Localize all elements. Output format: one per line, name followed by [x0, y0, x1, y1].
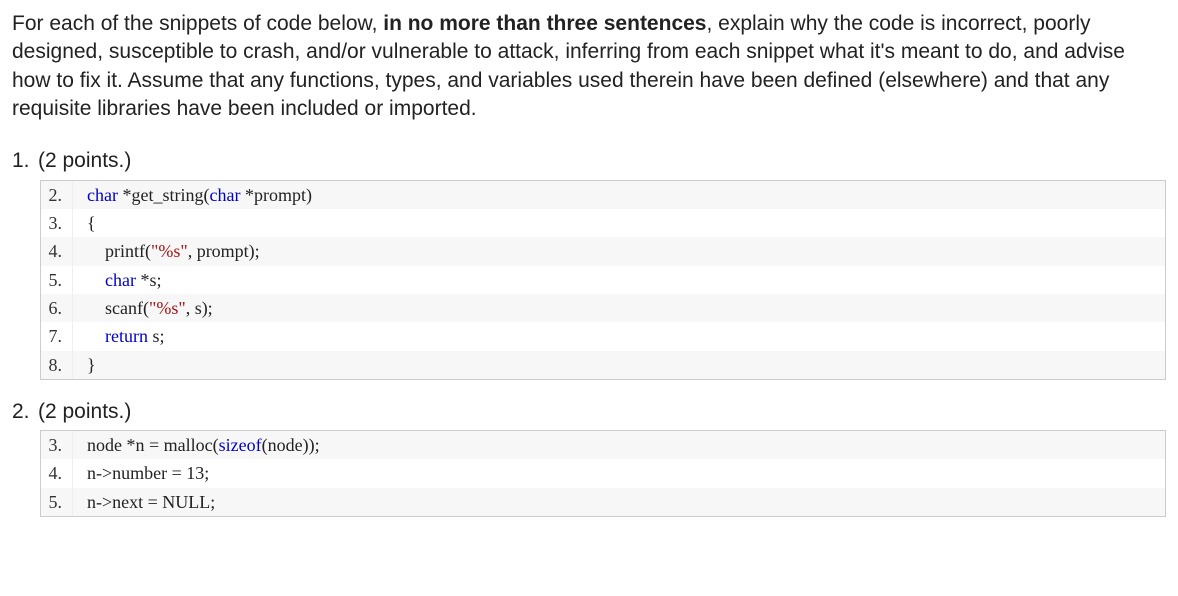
- question-points: (2 points.): [38, 149, 131, 172]
- code-token: "%s": [151, 241, 188, 261]
- question-header: 2.(2 points.): [12, 398, 1166, 426]
- instructions-text: For each of the snippets of code below, …: [12, 10, 1166, 123]
- code-block: 2.char *get_string(char *prompt)3.{4. pr…: [40, 180, 1166, 380]
- code-block: 3.node *n = malloc(sizeof(node));4.n->nu…: [40, 430, 1166, 517]
- code-token: *prompt): [240, 185, 312, 205]
- questions-container: 1.(2 points.)2.char *get_string(char *pr…: [12, 147, 1166, 517]
- line-number: 7.: [41, 322, 73, 350]
- code-line: 5. n->next = NULL;: [41, 488, 1165, 516]
- code-token: printf(: [87, 241, 151, 261]
- question-number: 2.: [12, 398, 38, 426]
- line-number: 4.: [41, 459, 73, 487]
- line-number: 6.: [41, 294, 73, 322]
- line-number: 8.: [41, 351, 73, 379]
- code-token: [87, 270, 105, 290]
- code-token: char: [87, 185, 118, 205]
- code-token: (node));: [262, 435, 320, 455]
- line-content: char *get_string(char *prompt): [73, 181, 312, 209]
- code-token: *s;: [136, 270, 162, 290]
- line-number: 3.: [41, 431, 73, 459]
- line-content: char *s;: [73, 266, 162, 294]
- code-token: return: [105, 326, 148, 346]
- code-token: char: [105, 270, 136, 290]
- code-line: 7. return s;: [41, 322, 1165, 350]
- code-line: 3. {: [41, 209, 1165, 237]
- line-content: scanf("%s", s);: [73, 294, 213, 322]
- line-content: }: [73, 351, 96, 379]
- code-token: sizeof: [219, 435, 262, 455]
- line-number: 3.: [41, 209, 73, 237]
- code-token: , s);: [186, 298, 213, 318]
- line-number: 5.: [41, 266, 73, 294]
- code-token: *get_string(: [118, 185, 210, 205]
- code-line: 2.char *get_string(char *prompt): [41, 181, 1165, 209]
- code-token: scanf(: [87, 298, 149, 318]
- line-content: n->next = NULL;: [73, 488, 215, 516]
- code-token: "%s": [149, 298, 186, 318]
- line-content: return s;: [73, 322, 165, 350]
- line-number: 5.: [41, 488, 73, 516]
- code-line: 4. n->number = 13;: [41, 459, 1165, 487]
- line-content: {: [73, 209, 96, 237]
- code-line: 4. printf("%s", prompt);: [41, 237, 1165, 265]
- instructions-part1: For each of the snippets of code below,: [12, 12, 383, 35]
- code-token: n->next = NULL;: [87, 492, 215, 512]
- instructions-bold: in no more than three sentences: [383, 12, 706, 35]
- code-line: 3.node *n = malloc(sizeof(node));: [41, 431, 1165, 459]
- line-content: n->number = 13;: [73, 459, 209, 487]
- question-header: 1.(2 points.): [12, 147, 1166, 175]
- code-token: [87, 326, 105, 346]
- code-token: char: [209, 185, 240, 205]
- code-token: n->number = 13;: [87, 463, 209, 483]
- line-content: printf("%s", prompt);: [73, 237, 260, 265]
- code-line: 8.}: [41, 351, 1165, 379]
- code-line: 6. scanf("%s", s);: [41, 294, 1165, 322]
- code-token: }: [87, 355, 96, 375]
- code-token: node *n = malloc(: [87, 435, 219, 455]
- line-number: 4.: [41, 237, 73, 265]
- line-number: 2.: [41, 181, 73, 209]
- question-block: 1.(2 points.)2.char *get_string(char *pr…: [40, 147, 1166, 379]
- line-content: node *n = malloc(sizeof(node));: [73, 431, 320, 459]
- code-line: 5. char *s;: [41, 266, 1165, 294]
- question-points: (2 points.): [38, 400, 131, 423]
- code-token: , prompt);: [188, 241, 260, 261]
- question-number: 1.: [12, 147, 38, 175]
- question-block: 2.(2 points.)3.node *n = malloc(sizeof(n…: [40, 398, 1166, 517]
- code-token: s;: [148, 326, 165, 346]
- code-token: {: [87, 213, 96, 233]
